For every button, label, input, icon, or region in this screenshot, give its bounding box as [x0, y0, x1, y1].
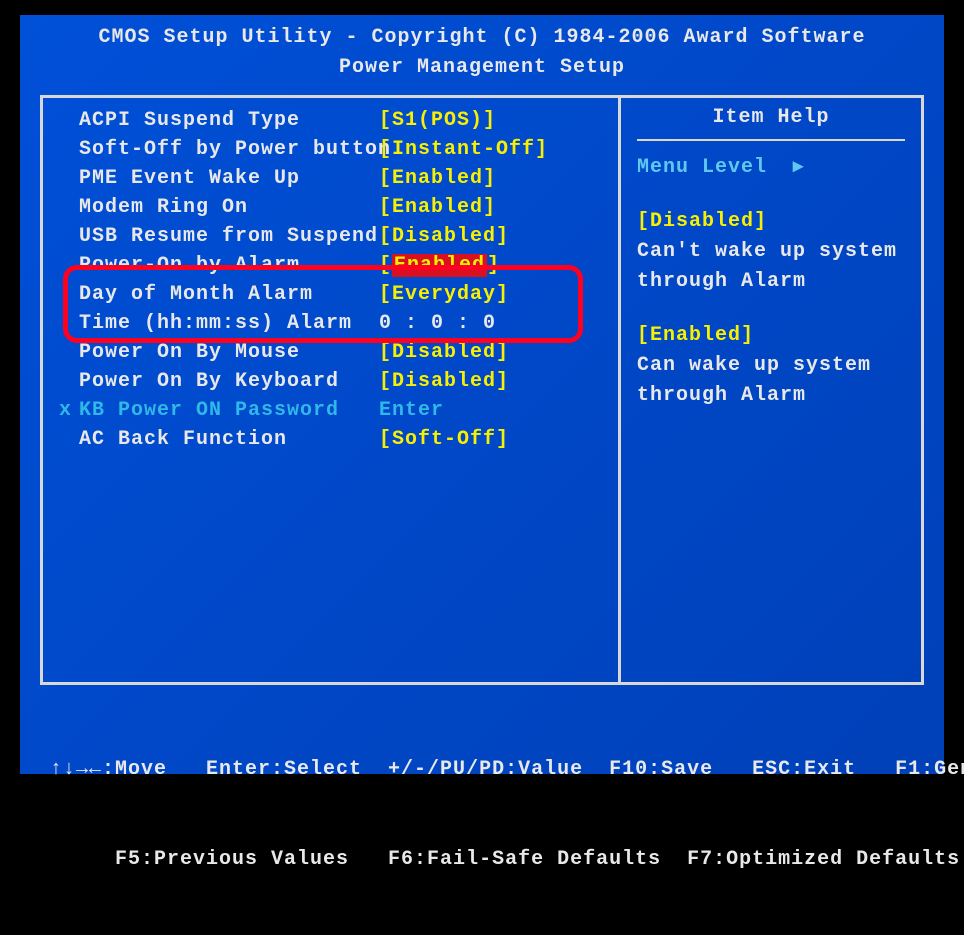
setting-value[interactable]: [Disabled]: [379, 367, 509, 396]
help-option-desc: Can wake up system through Alarm: [637, 351, 905, 411]
setting-value[interactable]: [Disabled]: [379, 222, 509, 251]
row-marker: [59, 251, 79, 280]
row-marker: [59, 309, 79, 338]
help-option-title: [Disabled]: [637, 207, 905, 237]
setting-row[interactable]: Power On By Keyboard[Disabled]: [59, 367, 602, 396]
setting-label: Power-On by Alarm: [79, 251, 379, 280]
row-marker: [59, 280, 79, 309]
setting-label: Day of Month Alarm: [79, 280, 379, 309]
row-marker: [59, 164, 79, 193]
help-option-desc: Can't wake up system through Alarm: [637, 237, 905, 297]
setting-row[interactable]: AC Back Function[Soft-Off]: [59, 425, 602, 454]
help-option-title: [Enabled]: [637, 321, 905, 351]
setting-value[interactable]: [S1(POS)]: [379, 106, 496, 135]
setting-label: ACPI Suspend Type: [79, 106, 379, 135]
setting-row[interactable]: PME Event Wake Up[Enabled]: [59, 164, 602, 193]
setting-row[interactable]: Time (hh:mm:ss) Alarm 0 : 0 : 0: [59, 309, 602, 338]
setting-label: Power On By Mouse: [79, 338, 379, 367]
settings-panel: ACPI Suspend Type[S1(POS)]Soft-Off by Po…: [43, 98, 621, 682]
footer: ↑↓→←:Move Enter:Select +/-/PU/PD:Value F…: [20, 685, 944, 935]
row-marker: [59, 222, 79, 251]
setting-value[interactable]: [Disabled]: [379, 338, 509, 367]
setting-label: KB Power ON Password: [79, 396, 379, 425]
footer-line-2: F5:Previous Values F6:Fail-Safe Defaults…: [50, 845, 914, 875]
setting-row[interactable]: Power On By Mouse[Disabled]: [59, 338, 602, 367]
bios-screen: CMOS Setup Utility - Copyright (C) 1984-…: [20, 15, 944, 774]
setting-row[interactable]: Soft-Off by Power button[Instant-Off]: [59, 135, 602, 164]
setting-value[interactable]: [Soft-Off]: [379, 425, 509, 454]
content-frame: ACPI Suspend Type[S1(POS)]Soft-Off by Po…: [40, 95, 924, 685]
setting-value[interactable]: Enter: [379, 396, 444, 425]
setting-row[interactable]: xKB Power ON Password Enter: [59, 396, 602, 425]
setting-row[interactable]: USB Resume from Suspend[Disabled]: [59, 222, 602, 251]
setting-row[interactable]: Modem Ring On[Enabled]: [59, 193, 602, 222]
header: CMOS Setup Utility - Copyright (C) 1984-…: [20, 15, 944, 95]
row-marker: [59, 193, 79, 222]
setting-value[interactable]: [Enabled]: [379, 164, 496, 193]
setting-label: AC Back Function: [79, 425, 379, 454]
setting-value[interactable]: [Enabled]: [379, 193, 496, 222]
header-title: Power Management Setup: [20, 53, 944, 83]
setting-label: Power On By Keyboard: [79, 367, 379, 396]
row-marker: [59, 367, 79, 396]
setting-row[interactable]: Power-On by Alarm[Enabled]: [59, 251, 602, 280]
setting-value[interactable]: [Enabled]: [379, 251, 500, 280]
help-menu-level: Menu Level ▸: [637, 153, 905, 183]
setting-label: Time (hh:mm:ss) Alarm: [79, 309, 379, 338]
setting-row[interactable]: Day of Month Alarm[Everyday]: [59, 280, 602, 309]
row-marker: x: [59, 396, 79, 425]
setting-row[interactable]: ACPI Suspend Type[S1(POS)]: [59, 106, 602, 135]
setting-label: USB Resume from Suspend: [79, 222, 379, 251]
row-marker: [59, 135, 79, 164]
setting-value[interactable]: [Instant-Off]: [379, 135, 548, 164]
header-copyright: CMOS Setup Utility - Copyright (C) 1984-…: [20, 23, 944, 53]
setting-label: Modem Ring On: [79, 193, 379, 222]
row-marker: [59, 106, 79, 135]
help-title: Item Help: [637, 106, 905, 141]
help-panel: Item Help Menu Level ▸ [Disabled]Can't w…: [621, 98, 921, 682]
setting-label: Soft-Off by Power button: [79, 135, 379, 164]
row-marker: [59, 338, 79, 367]
setting-label: PME Event Wake Up: [79, 164, 379, 193]
setting-value[interactable]: 0 : 0 : 0: [379, 309, 496, 338]
chevron-right-icon: ▸: [793, 156, 804, 179]
footer-line-1: ↑↓→←:Move Enter:Select +/-/PU/PD:Value F…: [50, 755, 914, 785]
setting-value[interactable]: [Everyday]: [379, 280, 509, 309]
row-marker: [59, 425, 79, 454]
